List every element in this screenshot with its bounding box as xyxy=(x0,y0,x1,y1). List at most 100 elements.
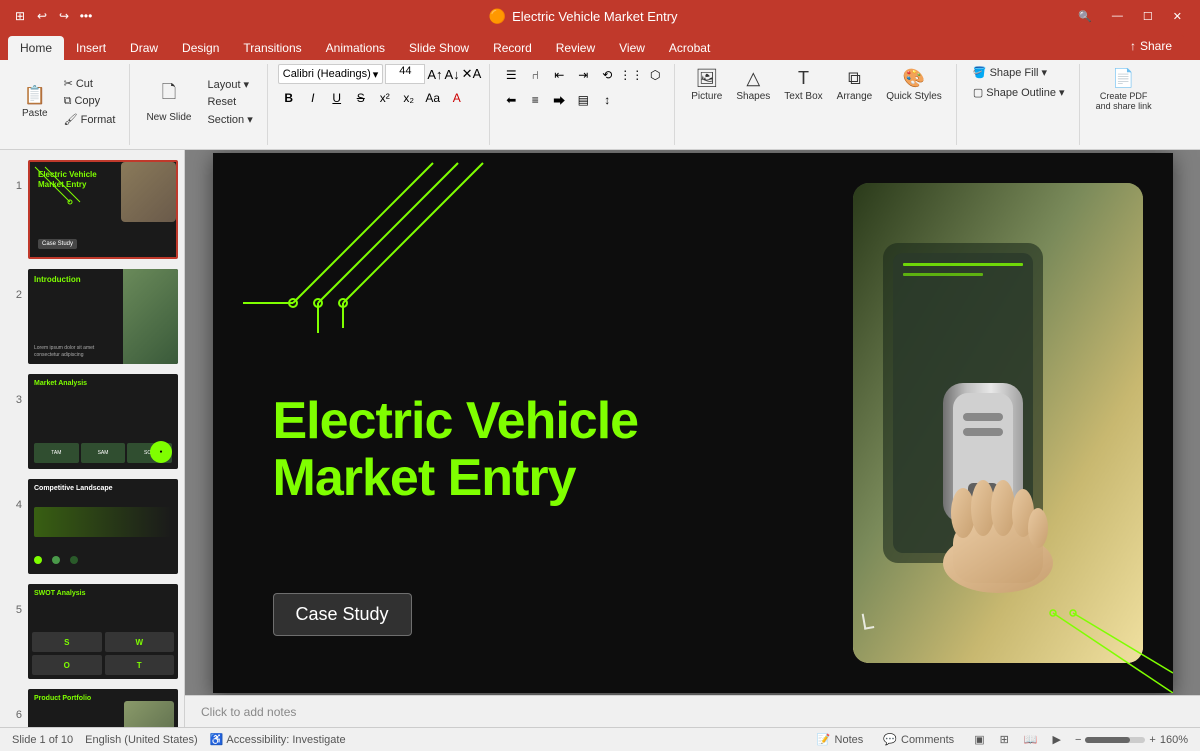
section-button[interactable]: Section ▾ xyxy=(201,111,258,128)
tab-draw[interactable]: Draw xyxy=(118,36,170,60)
textbox-button[interactable]: T Text Box xyxy=(778,64,828,106)
tab-record[interactable]: Record xyxy=(481,36,544,60)
clear-format-icon[interactable]: ✕A xyxy=(462,66,482,82)
slide-item-5[interactable]: 5 SWOT Analysis S W O T xyxy=(4,582,180,681)
shape-fill-button[interactable]: 🪣 Shape Fill ▾ xyxy=(967,64,1071,81)
align-left-button[interactable]: ⬅ xyxy=(500,89,522,111)
format-painter-button[interactable]: 🖌 Format xyxy=(58,111,122,128)
reset-button[interactable]: Reset xyxy=(201,94,258,110)
decrease-indent-button[interactable]: ⇤ xyxy=(548,64,570,86)
case-study-badge[interactable]: Case Study xyxy=(273,593,412,636)
arrange-button[interactable]: ⧉ Arrange xyxy=(831,64,879,106)
slide-thumb-4[interactable]: Competitive Landscape xyxy=(28,479,178,574)
bold-button[interactable]: B xyxy=(278,87,300,109)
maximize-button[interactable]: ☐ xyxy=(1137,8,1159,25)
increase-indent-button[interactable]: ⇥ xyxy=(572,64,594,86)
accessibility-indicator[interactable]: ♿ Accessibility: Investigate xyxy=(210,733,346,746)
tab-design[interactable]: Design xyxy=(170,36,231,60)
slide-canvas-wrap[interactable]: Electric Vehicle Market Entry Case Study xyxy=(185,150,1200,695)
quickstyles-button[interactable]: 🎨 Quick Styles xyxy=(880,64,948,106)
smartart-convert-button[interactable]: ⬡ xyxy=(644,64,666,86)
slide-item-6[interactable]: 6 Product Portfolio xyxy=(4,687,180,727)
tab-transitions[interactable]: Transitions xyxy=(231,36,313,60)
search-icon[interactable]: 🔍 xyxy=(1072,8,1098,25)
share-button[interactable]: ↑ Share xyxy=(1118,35,1184,57)
shapes-button[interactable]: △ Shapes xyxy=(730,64,776,106)
create-pdf-button[interactable]: 📄 Create PDFand share link xyxy=(1090,64,1158,115)
case-button[interactable]: Aa xyxy=(422,87,444,109)
underline-button[interactable]: U xyxy=(326,87,348,109)
new-slide-icon: 🗋 xyxy=(162,80,176,110)
ev-charger-svg xyxy=(853,183,1143,663)
zoom-control: − + 160% xyxy=(1075,734,1188,746)
textbox-icon: T xyxy=(798,68,809,89)
strikethrough-button[interactable]: S xyxy=(350,87,372,109)
align-center-button[interactable]: ≡ xyxy=(524,89,546,111)
tab-slideshow[interactable]: Slide Show xyxy=(397,36,481,60)
align-right-button[interactable]: ⮕ xyxy=(548,89,570,111)
tab-review[interactable]: Review xyxy=(544,36,607,60)
undo-icon[interactable]: ↩ xyxy=(34,8,50,24)
notes-placeholder[interactable]: Click to add notes xyxy=(201,705,296,719)
font-color-button[interactable]: A xyxy=(446,87,468,109)
tab-home[interactable]: Home xyxy=(8,36,64,60)
shape-outline-button[interactable]: ▢ Shape Outline ▾ xyxy=(967,84,1071,101)
minimize-button[interactable]: — xyxy=(1106,8,1129,24)
normal-view-button[interactable]: ▣ xyxy=(968,731,990,748)
italic-button[interactable]: I xyxy=(302,87,324,109)
tab-insert[interactable]: Insert xyxy=(64,36,118,60)
justify-button[interactable]: ▤ xyxy=(572,89,594,111)
slide-item-4[interactable]: 4 Competitive Landscape xyxy=(4,477,180,576)
slide-item-1[interactable]: 1 Electric VehicleMarket Entry Case Stud… xyxy=(4,158,180,261)
new-slide-button[interactable]: 🗋 New Slide xyxy=(140,76,197,127)
slide-item-3[interactable]: 3 Market Analysis TAM SAM SOM ● xyxy=(4,372,180,471)
slide-canvas[interactable]: Electric Vehicle Market Entry Case Study xyxy=(213,153,1173,693)
text-direction-button[interactable]: ⟲ xyxy=(596,64,618,86)
thumb-3-box-tam: TAM xyxy=(34,443,79,463)
notes-button[interactable]: 📝 Notes xyxy=(811,731,869,748)
font-grow-icon[interactable]: A↑ xyxy=(427,67,442,82)
title-bar-right: 🔍 — ☐ ✕ xyxy=(1072,8,1188,25)
tab-acrobat[interactable]: Acrobat xyxy=(657,36,722,60)
slide-panel[interactable]: 1 Electric VehicleMarket Entry Case Stud… xyxy=(0,150,185,727)
zoom-out-button[interactable]: − xyxy=(1075,734,1081,746)
comments-button[interactable]: 💬 Comments xyxy=(877,731,960,748)
close-button[interactable]: ✕ xyxy=(1167,8,1188,25)
thumb-inner-1: Electric VehicleMarket Entry Case Study xyxy=(30,162,176,257)
redo-icon[interactable]: ↪ xyxy=(56,8,72,24)
zoom-in-button[interactable]: + xyxy=(1149,734,1155,746)
home-icon[interactable]: ⊞ xyxy=(12,8,28,24)
thumb-4-dot-2 xyxy=(52,556,60,564)
slide-sorter-button[interactable]: ⊞ xyxy=(994,731,1015,748)
slide-thumb-3[interactable]: Market Analysis TAM SAM SOM ● xyxy=(28,374,178,469)
subscript-button[interactable]: x₂ xyxy=(398,87,420,109)
thumb-5-t: T xyxy=(105,655,175,675)
picture-button[interactable]: 🖼 Picture xyxy=(685,64,728,106)
notes-bar[interactable]: Click to add notes xyxy=(185,695,1200,727)
slide-thumb-1[interactable]: Electric VehicleMarket Entry Case Study xyxy=(28,160,178,259)
layout-button[interactable]: Layout ▾ xyxy=(201,76,258,93)
more-icon[interactable]: ••• xyxy=(78,8,94,24)
reading-view-button[interactable]: 📖 xyxy=(1018,731,1044,748)
zoom-slider-track[interactable] xyxy=(1085,737,1145,743)
font-size-input[interactable]: 44 xyxy=(385,64,425,84)
pdf-label: Create PDFand share link xyxy=(1096,91,1152,111)
tab-animations[interactable]: Animations xyxy=(314,36,397,60)
font-shrink-icon[interactable]: A↓ xyxy=(445,67,460,82)
numbering-button[interactable]: ⑁ xyxy=(524,64,546,86)
bullets-button[interactable]: ☰ xyxy=(500,64,522,86)
slide-thumb-5[interactable]: SWOT Analysis S W O T xyxy=(28,584,178,679)
cut-button[interactable]: ✂ Cut xyxy=(58,75,122,92)
copy-button[interactable]: ⧉ Copy xyxy=(58,93,122,110)
slide-thumb-2[interactable]: Introduction Lorem ipsum dolor sit amet … xyxy=(28,269,178,364)
font-name-dropdown[interactable]: Calibri (Headings) ▾ xyxy=(278,64,384,84)
paste-button[interactable]: 📋 Paste xyxy=(16,81,54,123)
columns-button[interactable]: ⋮⋮ xyxy=(620,64,642,86)
slideshow-button[interactable]: ▶ xyxy=(1047,731,1067,748)
line-spacing-button[interactable]: ↕ xyxy=(596,89,618,111)
slide-thumb-6[interactable]: Product Portfolio xyxy=(28,689,178,727)
superscript-button[interactable]: x² xyxy=(374,87,396,109)
case-study-text: Case Study xyxy=(296,604,389,624)
tab-view[interactable]: View xyxy=(607,36,657,60)
slide-item-2[interactable]: 2 Introduction Lorem ipsum dolor sit ame… xyxy=(4,267,180,366)
